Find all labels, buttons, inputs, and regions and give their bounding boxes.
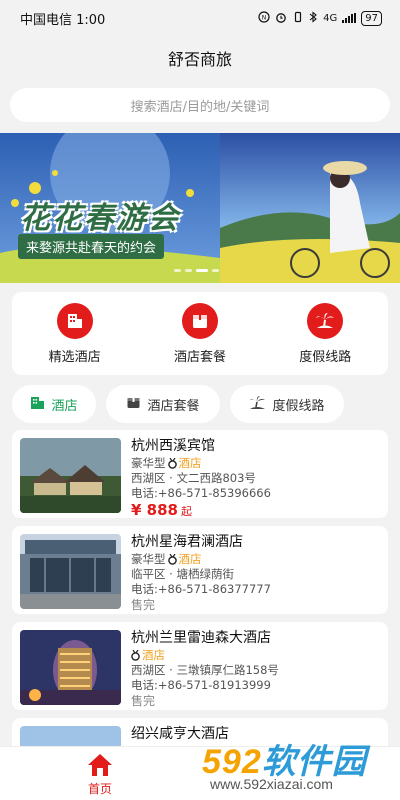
vibrate-icon	[292, 11, 304, 26]
network-type: 4G	[323, 12, 338, 24]
hotel-building-icon	[30, 395, 45, 414]
page-title: 舒否商旅	[167, 50, 232, 69]
watermark-logo: 592软件园 www.592xiazai.com	[196, 730, 400, 800]
palm-island-icon	[249, 395, 266, 414]
hotel-type: 豪华型 酒店	[131, 456, 382, 471]
hotel-category: 酒店	[178, 456, 202, 470]
package-box-icon	[126, 395, 141, 414]
hotel-thumbnail	[20, 438, 121, 513]
hotel-list-item[interactable]: 杭州星海君澜酒店 豪华型 酒店 临平区 · 塘栖绿荫街 电话:+86-571-8…	[12, 526, 388, 614]
signal-icon	[342, 13, 357, 23]
category-hotel-packages[interactable]: 酒店套餐	[150, 302, 250, 365]
hotel-grade: 豪华型	[131, 456, 166, 470]
hotel-type: 豪华型 酒店	[131, 552, 382, 567]
nfc-icon: N	[258, 10, 270, 26]
price-suffix: 起	[180, 505, 192, 518]
bluetooth-icon	[309, 10, 318, 26]
category-label: 度假线路	[299, 349, 352, 365]
carrier-time: 中国电信 1:00	[20, 12, 106, 28]
tab-label: 度假线路	[272, 398, 325, 414]
hotel-building-icon	[56, 302, 93, 339]
carousel-dot[interactable]	[174, 269, 181, 272]
hotel-category: 酒店	[178, 552, 202, 566]
hotel-price: ¥ 888 起	[131, 501, 382, 518]
hotel-thumbnail	[20, 534, 121, 609]
hotel-name: 杭州西溪宾馆	[131, 438, 215, 454]
carousel-dots	[174, 269, 219, 272]
hotel-grade: 豪华型	[131, 552, 166, 566]
palm-island-icon	[307, 302, 344, 339]
status-icons: N 4G 97	[258, 10, 382, 26]
search-input[interactable]: 搜索酒店/目的地/关键词	[10, 88, 390, 122]
sold-out-status: 售完	[131, 694, 156, 708]
hotel-address: 西湖区 · 文二西路803号	[131, 471, 256, 485]
category-label: 精选酒店	[48, 349, 101, 365]
hotel-address: 临平区 · 塘栖绿荫街	[131, 567, 234, 581]
tab-label: 酒店套餐	[147, 398, 200, 414]
hotel-address: 西湖区 · 三墩镇厚仁路158号	[131, 663, 279, 677]
home-icon	[88, 754, 112, 776]
carousel-dot[interactable]	[212, 269, 219, 272]
medal-icon	[167, 554, 177, 565]
hotel-name: 杭州兰里雷迪森大酒店	[131, 630, 271, 646]
search-placeholder: 搜索酒店/目的地/关键词	[130, 99, 270, 115]
hotel-name: 杭州星海君澜酒店	[131, 534, 243, 550]
medal-icon	[131, 650, 140, 661]
nav-home-label: 首页	[87, 782, 112, 796]
hotel-list-item[interactable]: 杭州西溪宾馆 豪华型 酒店 西湖区 · 文二西路803号 电话:+86-571-…	[12, 430, 388, 518]
filter-tabs: 酒店 酒店套餐 度假线路	[12, 385, 388, 423]
tab-vacation-routes[interactable]: 度假线路	[230, 385, 344, 423]
hotel-thumbnail	[20, 630, 121, 705]
tab-hotel[interactable]: 酒店	[12, 385, 96, 423]
hotel-category: 酒店	[142, 648, 165, 662]
sold-out-status: 售完	[131, 598, 156, 612]
hotel-phone: 电话:+86-571-85396666	[131, 486, 271, 500]
category-label: 酒店套餐	[173, 349, 226, 365]
svg-text:N: N	[262, 14, 267, 21]
price-value: ¥ 888	[131, 501, 178, 518]
nav-home[interactable]: 首页	[78, 752, 122, 797]
tab-hotel-packages[interactable]: 酒店套餐	[106, 385, 220, 423]
category-vacation-routes[interactable]: 度假线路	[275, 302, 375, 365]
status-bar: 中国电信 1:00 N 4G 97	[0, 0, 400, 36]
battery-icon: 97	[361, 10, 382, 26]
watermark-url: www.592xiazai.com	[210, 776, 333, 792]
hotel-list-item[interactable]: 杭州兰里雷迪森大酒店 酒店 西湖区 · 三墩镇厚仁路158号 电话:+86-57…	[12, 622, 388, 710]
alarm-icon	[275, 11, 287, 26]
hotel-phone: 电话:+86-571-86377777	[131, 582, 271, 596]
package-box-icon	[181, 302, 218, 339]
carousel-dot[interactable]	[185, 269, 192, 272]
tab-label: 酒店	[51, 398, 78, 414]
category-featured-hotels[interactable]: 精选酒店	[25, 302, 125, 365]
promo-banner[interactable]: 花花春游会 来婺源共赴春天的约会	[0, 133, 400, 283]
banner-subtitle: 来婺源共赴春天的约会	[18, 234, 165, 259]
medal-icon	[167, 458, 177, 469]
banner-title: 花花春游会	[20, 201, 180, 236]
category-card: 精选酒店 酒店套餐 度假线路	[12, 292, 388, 375]
hotel-type: 酒店	[131, 648, 382, 663]
app-title-bar: 舒否商旅	[0, 36, 400, 80]
hotel-phone: 电话:+86-571-81913999	[131, 678, 271, 692]
carousel-dot-active[interactable]	[196, 269, 208, 272]
